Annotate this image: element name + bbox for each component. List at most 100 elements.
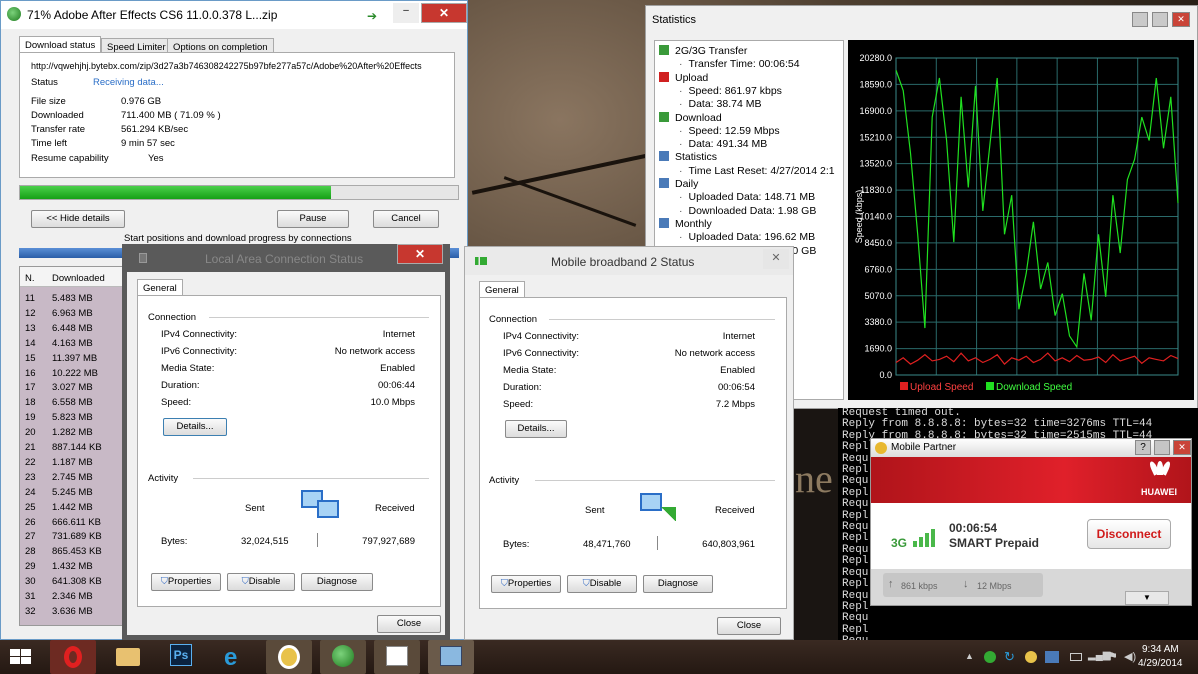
minimize-button[interactable] [1154,440,1170,455]
table-row[interactable]: 12 6.963 MB [20,308,124,322]
close-dialog-button[interactable]: Close [377,615,441,633]
taskbar-mobile-partner[interactable] [266,640,312,674]
table-row[interactable]: 32 3.636 MB [20,606,124,620]
signal-strength-icon [913,525,939,547]
ipv4-value: Internet [382,329,415,340]
tree-leaf[interactable]: · Transfer Time: 00:06:54 [679,58,800,71]
tree-leaf[interactable]: · Data: 491.34 MB [679,138,767,151]
table-row[interactable]: 17 3.027 MB [20,382,124,396]
disable-button[interactable]: ⛉Disable [567,575,637,593]
start-button[interactable] [6,646,36,668]
tray-download-icon[interactable] [984,651,996,663]
table-row[interactable]: 13 6.448 MB [20,323,124,337]
tree-node[interactable]: 2G/3G Transfer [659,45,747,58]
tray-volume-icon[interactable]: ◀) [1124,650,1136,663]
taskbar-download-manager[interactable] [320,640,366,674]
table-row[interactable]: 26 666.611 KB [20,517,124,531]
activity-divider [535,480,775,481]
tree-leaf[interactable]: · Time Last Reset: 4/27/2014 2:1 [679,165,835,178]
close-button[interactable]: ✕ [763,249,789,269]
row-downloaded: 666.611 KB [52,516,101,528]
table-row[interactable]: 23 2.745 MB [20,472,124,486]
taskbar-ie[interactable]: e [212,640,258,674]
tree-leaf[interactable]: · Data: 38.74 MB [679,98,761,111]
tray-refresh-icon[interactable]: ↻ [1004,649,1015,665]
table-row[interactable]: 29 1.432 MB [20,561,124,575]
cancel-button[interactable]: Cancel [373,210,439,228]
table-row[interactable]: 22 1.187 MB [20,457,124,471]
table-row[interactable]: 20 1.282 MB [20,427,124,441]
tree-leaf[interactable]: · Speed: 12.59 Mbps [679,125,780,138]
table-row[interactable]: 18 6.558 MB [20,397,124,411]
series-line-download-speed [895,69,1179,349]
tray-flag-icon[interactable]: ⚑ [1108,650,1118,663]
expand-button[interactable]: ▼ [1125,591,1169,605]
diagnose-button[interactable]: Diagnose [301,573,373,591]
close-button[interactable]: ✕ [397,244,443,264]
clock-time[interactable]: 9:34 AM [1142,644,1179,655]
tree-leaf[interactable]: · Uploaded Data: 148.71 MB [679,191,815,204]
table-row[interactable]: 16 10.222 MB [20,368,124,382]
table-row[interactable]: 28 865.453 KB [20,546,124,560]
tray-network-icon[interactable] [1045,651,1059,663]
shield-icon: ⛉ [500,578,508,589]
table-row[interactable]: 30 641.308 KB [20,576,124,590]
tray-battery-icon[interactable] [1070,653,1082,661]
y-axis-label: Speed (kbps) [854,190,864,244]
media-state-value: Enabled [380,363,415,374]
tree-node[interactable]: Monthly [659,217,712,231]
close-button[interactable]: ✕ [1172,12,1190,27]
minimize-button[interactable]: – [393,3,419,23]
properties-button[interactable]: ⛉Properties [491,575,561,593]
tree-node-icon [659,71,669,82]
close-button[interactable]: ✕ [1173,440,1191,455]
properties-button[interactable]: ⛉Properties [151,573,221,591]
hide-details-button[interactable]: << Hide details [31,210,125,228]
clock-date[interactable]: 4/29/2014 [1138,658,1183,669]
help-button[interactable]: ? [1135,440,1151,455]
tray-mobile-partner-icon[interactable] [1025,651,1037,663]
diagnose-button[interactable]: Diagnose [643,575,713,593]
file-size-label: File size [31,96,66,107]
taskbar-explorer[interactable] [104,640,150,674]
tree-node[interactable]: Download [659,111,722,125]
table-row[interactable]: 11 5.483 MB [20,293,124,307]
pause-button[interactable]: Pause [277,210,349,228]
close-dialog-button[interactable]: Close [717,617,781,635]
table-row[interactable]: 27 731.689 KB [20,531,124,545]
tray-overflow-icon[interactable]: ▲ [965,651,974,661]
column-downloaded-header[interactable]: Downloaded [52,273,105,284]
table-row[interactable]: 19 5.823 MB [20,412,124,426]
row-number: 22 [25,456,36,468]
table-row[interactable]: 25 1.442 MB [20,502,124,516]
tree-leaf[interactable]: · Downloaded Data: 1.98 GB [679,205,816,218]
y-tick-label: 0.0 [879,370,892,380]
tree-bullet-icon: · [679,164,683,177]
details-button[interactable]: Details... [163,418,227,436]
table-row[interactable]: 15 11.397 MB [20,353,124,367]
tree-node[interactable]: Statistics [659,151,717,164]
tree-node[interactable]: Upload [659,71,708,85]
maximize-button[interactable] [1152,12,1168,27]
table-row[interactable]: 14 4.163 MB [20,338,124,352]
minimize-button[interactable] [1132,12,1148,27]
taskbar-statistics[interactable] [374,640,420,674]
taskbar-opera[interactable] [50,640,96,674]
details-button[interactable]: Details... [505,420,567,438]
tree-bullet-icon: · [679,204,683,217]
close-button[interactable]: ✕ [421,3,467,23]
column-n-header[interactable]: N. [25,273,35,284]
folder-icon [116,648,140,666]
tree-node[interactable]: Daily [659,178,698,191]
table-row[interactable]: 21 887.144 KB [20,442,124,456]
disconnect-button[interactable]: Disconnect [1087,519,1171,549]
activity-divider [193,478,429,479]
tree-leaf[interactable]: · Uploaded Data: 196.62 MB [679,231,815,244]
table-row[interactable]: 31 2.346 MB [20,591,124,605]
table-row[interactable]: 24 5.245 MB [20,487,124,501]
arrow-icon[interactable]: ➔ [367,9,377,23]
disable-button[interactable]: ⛉Disable [227,573,295,591]
tree-leaf[interactable]: · Speed: 861.97 kbps [679,85,782,98]
taskbar-network[interactable] [428,640,474,674]
taskbar-photoshop[interactable]: Ps [158,640,204,674]
